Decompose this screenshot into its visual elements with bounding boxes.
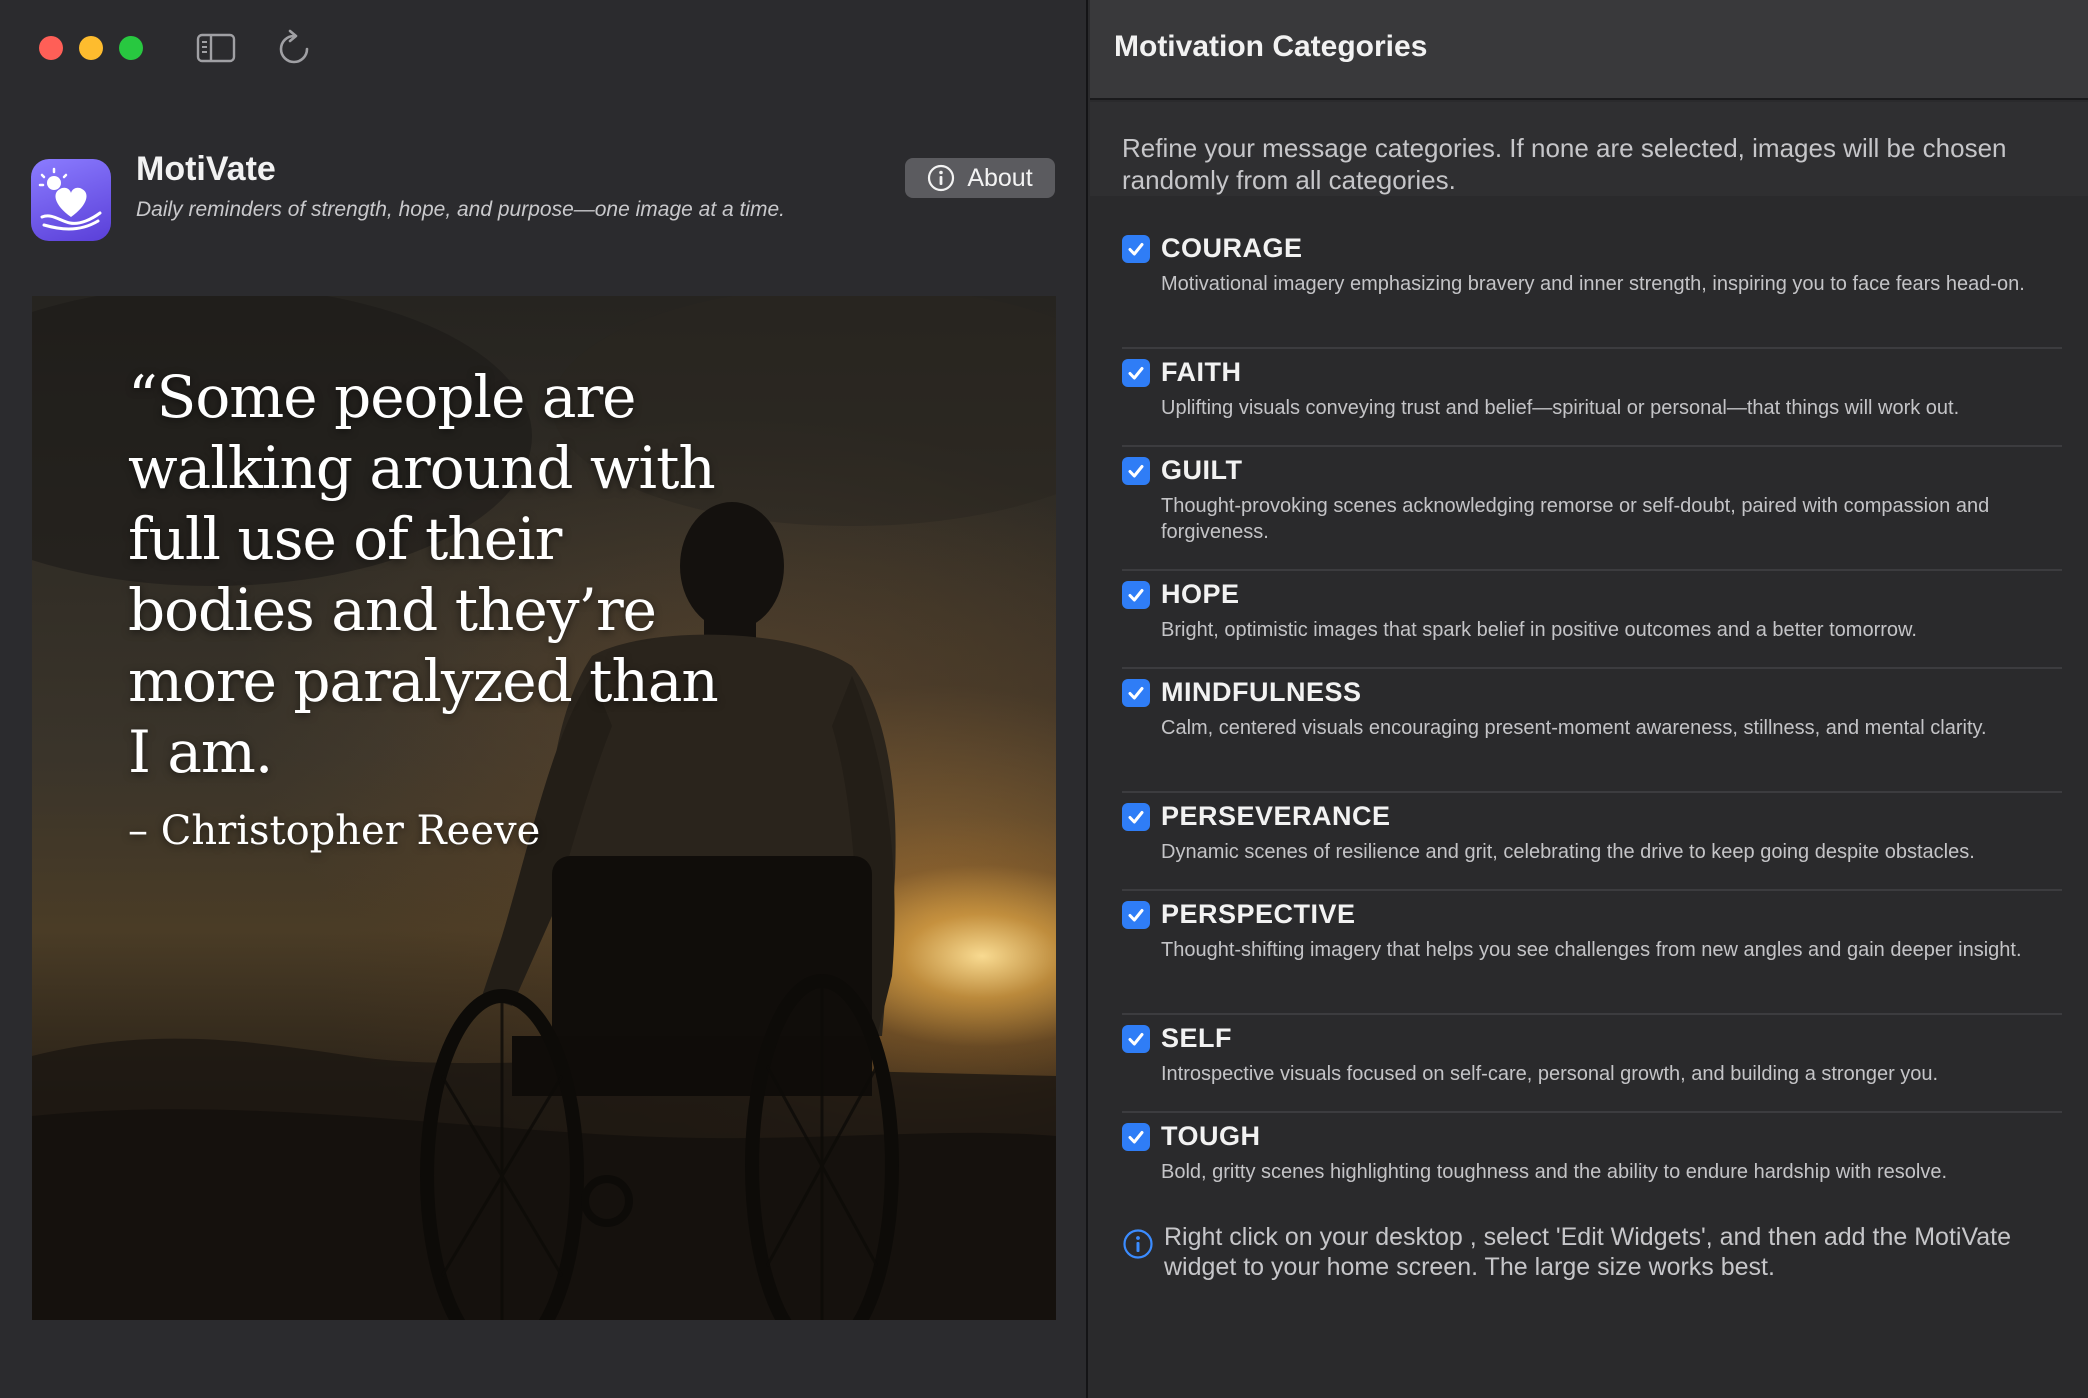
panel-title: Motivation Categories — [1114, 30, 1428, 63]
quote-author: – Christopher Reeve — [128, 808, 541, 854]
category-row-tough: TOUGH Bold, gritty scenes highlighting to… — [1122, 1113, 2062, 1211]
checkmark-icon — [1128, 1131, 1144, 1144]
category-checkbox[interactable] — [1122, 803, 1150, 831]
widget-info-text: Right click on your desktop , select 'Ed… — [1164, 1223, 2012, 1281]
main-pane: MotiVate Daily reminders of strength, ho… — [0, 0, 1088, 1398]
category-row-guilt: GUILT Thought-provoking scenes acknowledg… — [1122, 447, 2062, 571]
category-description: Dynamic scenes of resilience and grit, c… — [1161, 841, 1975, 863]
category-row-mindfulness: MINDFULNESS Calm, centered visuals encour… — [1122, 669, 2062, 793]
checkmark-icon — [1128, 1033, 1144, 1046]
category-name: PERSEVERANCE — [1161, 801, 1391, 831]
quote-text: “Some people are walking around with ful… — [128, 363, 719, 786]
category-checkbox[interactable] — [1122, 359, 1150, 387]
category-name: MINDFULNESS — [1161, 677, 1362, 707]
checkmark-icon — [1128, 589, 1144, 602]
category-list: COURAGE Motivational imagery emphasizing … — [1122, 225, 2062, 1211]
app-name: MotiVate — [136, 150, 276, 188]
category-description: Introspective visuals focused on self-ca… — [1161, 1063, 1939, 1085]
close-window-button[interactable] — [39, 36, 63, 60]
traffic-lights — [39, 36, 143, 60]
category-row-perseverance: PERSEVERANCE Dynamic scenes of resilience… — [1122, 793, 2062, 891]
category-description: Bright, optimistic images that spark bel… — [1161, 619, 1917, 641]
category-row-self: SELF Introspective visuals focused on sel… — [1122, 1015, 2062, 1113]
quote-image: “Some people are walking around with ful… — [32, 296, 1056, 1320]
info-circle-icon — [1123, 1229, 1153, 1259]
checkmark-icon — [1128, 909, 1144, 922]
panel-header: Motivation Categories — [1090, 0, 2088, 100]
category-description: Bold, gritty scenes highlighting toughne… — [1161, 1161, 1948, 1183]
category-description: Motivational imagery emphasizing bravery… — [1161, 273, 2025, 295]
category-name: COURAGE — [1161, 233, 1303, 263]
category-row-courage: COURAGE Motivational imagery emphasizing … — [1122, 225, 2062, 349]
category-description: Thought-provoking scenes acknowledging r… — [1161, 495, 1990, 543]
category-row-faith: FAITH Uplifting visuals conveying trust a… — [1122, 349, 2062, 447]
checkmark-icon — [1128, 465, 1144, 478]
app-logo-icon — [31, 159, 111, 241]
app-tagline: Daily reminders of strength, hope, and p… — [136, 198, 786, 221]
checkmark-icon — [1128, 367, 1144, 380]
reload-icon[interactable] — [272, 28, 316, 68]
category-name: TOUGH — [1161, 1121, 1261, 1151]
category-row-perspective: PERSPECTIVE Thought-shifting imagery that… — [1122, 891, 2062, 1015]
category-name: PERSPECTIVE — [1161, 899, 1356, 929]
app-window: MotiVate Daily reminders of strength, ho… — [0, 0, 2088, 1398]
category-name: FAITH — [1161, 357, 1242, 387]
about-button[interactable]: About — [905, 158, 1055, 198]
category-description: Thought-shifting imagery that helps you … — [1161, 939, 2022, 961]
category-checkbox[interactable] — [1122, 1025, 1150, 1053]
category-row-hope: HOPE Bright, optimistic images that spark… — [1122, 571, 2062, 669]
category-name: GUILT — [1161, 455, 1243, 485]
about-button-label: About — [967, 163, 1033, 192]
category-checkbox[interactable] — [1122, 581, 1150, 609]
categories-pane: Motivation Categories Refine your messag… — [1090, 0, 2088, 1398]
category-checkbox[interactable] — [1122, 901, 1150, 929]
panel-intro: Refine your message categories. If none … — [1122, 133, 2007, 195]
checkmark-icon — [1128, 243, 1144, 256]
checkmark-icon — [1128, 811, 1144, 824]
minimize-window-button[interactable] — [79, 36, 103, 60]
category-description: Uplifting visuals conveying trust and be… — [1161, 397, 1960, 419]
category-name: SELF — [1161, 1023, 1233, 1053]
category-checkbox[interactable] — [1122, 679, 1150, 707]
category-checkbox[interactable] — [1122, 457, 1150, 485]
sidebar-toggle-icon[interactable] — [194, 28, 238, 68]
category-checkbox[interactable] — [1122, 235, 1150, 263]
checkmark-icon — [1128, 687, 1144, 700]
info-circle-icon — [928, 164, 955, 192]
category-description: Calm, centered visuals encouraging prese… — [1161, 717, 1987, 739]
category-checkbox[interactable] — [1122, 1123, 1150, 1151]
category-name: HOPE — [1161, 579, 1240, 609]
zoom-window-button[interactable] — [119, 36, 143, 60]
